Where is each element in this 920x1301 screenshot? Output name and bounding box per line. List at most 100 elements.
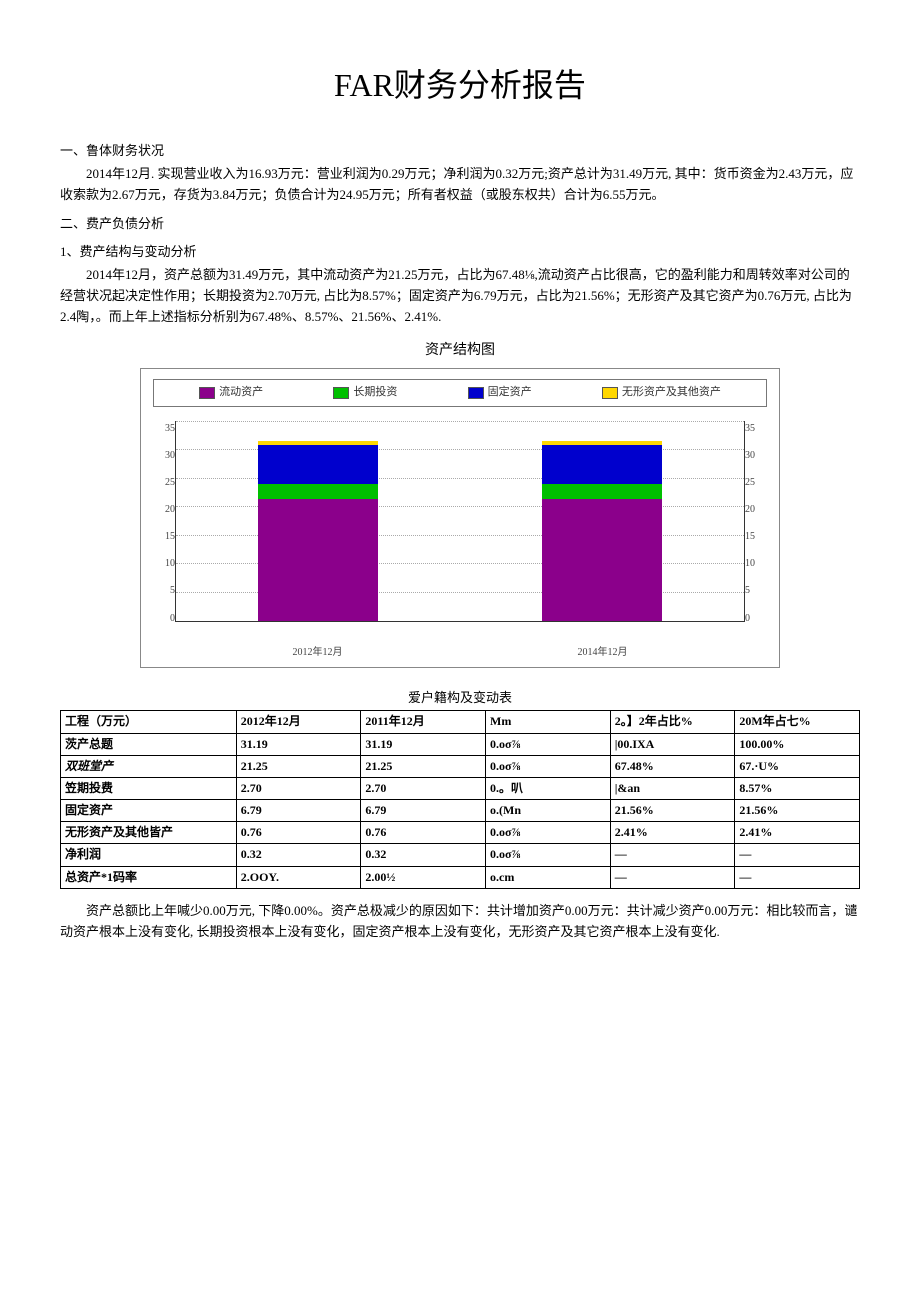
bar-segment [542, 499, 662, 620]
legend-label: 流动资产 [219, 384, 263, 402]
table-cell: 2.70 [236, 777, 361, 799]
footer-text: 资产总额比上年喊少0.00万元, 下降0.00%。资产总极减少的原因如下：共计增… [60, 901, 860, 943]
y-tick: 0 [745, 611, 767, 627]
y-tick: 0 [153, 611, 175, 627]
table-cell: 67.48% [610, 755, 735, 777]
y-tick: 35 [153, 421, 175, 437]
legend-swatch-icon [333, 387, 349, 399]
section1-heading: 一、鲁体财务状况 [60, 141, 860, 162]
bar-segment [542, 445, 662, 484]
y-tick: 35 [745, 421, 767, 437]
y-tick: 25 [745, 475, 767, 491]
table-cell: 100.00% [735, 733, 860, 755]
bar-segment [258, 499, 378, 620]
legend-item: 固定资产 [468, 384, 532, 402]
table-row: 笠期投费2.702.700.。叭|&an8.57% [61, 777, 860, 799]
y-tick: 30 [745, 448, 767, 464]
section2-sub1-heading: 1、费产结构与变动分析 [60, 242, 860, 263]
legend-label: 无形资产及其他资产 [622, 384, 721, 402]
y-axis-right: 35 30 25 20 15 10 5 0 [745, 421, 767, 641]
table-header-cell: 20M年占七% [735, 711, 860, 733]
table-row: 固定资产6.796.79o.(Mn21.56%21.56% [61, 800, 860, 822]
table-row: 双班堂产21.2521.250.oσ⅞67.48%67.·U% [61, 755, 860, 777]
table-cell: 0.76 [236, 822, 361, 844]
table-cell: — [735, 844, 860, 866]
table-cell: 固定资产 [61, 800, 237, 822]
y-axis-left: 35 30 25 20 15 10 5 0 [153, 421, 175, 641]
table-cell: 无形资产及其他皆产 [61, 822, 237, 844]
gridline [176, 421, 744, 422]
legend-swatch-icon [602, 387, 618, 399]
table-cell: 双班堂产 [61, 755, 237, 777]
table-cell: 总资产*1码率 [61, 866, 237, 888]
table-cell: — [735, 866, 860, 888]
table-cell: 21.56% [735, 800, 860, 822]
table-cell: 21.56% [610, 800, 735, 822]
table-row: 净利润0.320.320.oσ⅞—— [61, 844, 860, 866]
table-header-cell: 2。】2年占比% [610, 711, 735, 733]
table-header-cell: 2011年12月 [361, 711, 486, 733]
bar-2014 [542, 441, 662, 621]
table-cell: 茨产总题 [61, 733, 237, 755]
table-row: 茨产总题31.1931.190.oσ⅞|00.IXA100.00% [61, 733, 860, 755]
table-cell: — [610, 844, 735, 866]
table-cell: 31.19 [361, 733, 486, 755]
y-tick: 10 [745, 556, 767, 572]
x-label: 2012年12月 [258, 645, 378, 661]
table-cell: 0.oσ⅞ [486, 822, 611, 844]
plot-area [175, 421, 745, 622]
chart-container: 流动资产 长期投资 固定资产 无形资产及其他资产 35 30 25 20 15 … [140, 368, 780, 668]
y-tick: 15 [153, 529, 175, 545]
y-tick: 20 [153, 502, 175, 518]
y-tick: 15 [745, 529, 767, 545]
table-cell: 2.70 [361, 777, 486, 799]
table-header-row: 工程（万元）2012年12月2011年12月Mm2。】2年占比%20M年占七% [61, 711, 860, 733]
legend-label: 固定资产 [488, 384, 532, 402]
table-cell: 2.41% [735, 822, 860, 844]
section2-sub1-text: 2014年12月，资产总额为31.49万元，其中流动资产为21.25万元，占比为… [60, 265, 860, 327]
y-tick: 20 [745, 502, 767, 518]
assets-table: 工程（万元）2012年12月2011年12月Mm2。】2年占比%20M年占七%茨… [60, 710, 860, 889]
table-cell: 6.79 [361, 800, 486, 822]
table-cell: 0.。叭 [486, 777, 611, 799]
section1-text: 2014年12月. 实现营业收入为16.93万元：营业利润为0.29万元；净利润… [60, 164, 860, 206]
table-cell: 0.32 [361, 844, 486, 866]
table-row: 无形资产及其他皆产0.760.760.oσ⅞2.41%2.41% [61, 822, 860, 844]
table-cell: 8.57% [735, 777, 860, 799]
table-cell: 2.41% [610, 822, 735, 844]
y-tick: 5 [153, 583, 175, 599]
table-cell: 0.oσ⅞ [486, 844, 611, 866]
table-cell: 2.00½ [361, 866, 486, 888]
table-cell: 笠期投费 [61, 777, 237, 799]
y-tick: 30 [153, 448, 175, 464]
bar-segment [542, 484, 662, 499]
page-title: FAR财务分析报告 [60, 60, 860, 111]
table-cell: 31.19 [236, 733, 361, 755]
table-cell: — [610, 866, 735, 888]
section2-heading: 二、费产负债分析 [60, 214, 860, 235]
table-cell: 21.25 [236, 755, 361, 777]
legend-item: 流动资产 [199, 384, 263, 402]
table-cell: 净利润 [61, 844, 237, 866]
y-tick: 10 [153, 556, 175, 572]
table-header-cell: 工程（万元） [61, 711, 237, 733]
legend-item: 长期投资 [333, 384, 397, 402]
chart-legend: 流动资产 长期投资 固定资产 无形资产及其他资产 [153, 379, 767, 407]
table-cell: 0.32 [236, 844, 361, 866]
bar-2012 [258, 441, 378, 621]
legend-item: 无形资产及其他资产 [602, 384, 721, 402]
legend-label: 长期投资 [353, 384, 397, 402]
legend-swatch-icon [199, 387, 215, 399]
table-cell: 2.OOY. [236, 866, 361, 888]
table-cell: 0.76 [361, 822, 486, 844]
bar-segment [258, 484, 378, 499]
x-axis: 2012年12月 2014年12月 [153, 645, 767, 661]
table-cell: o.cm [486, 866, 611, 888]
chart-body: 35 30 25 20 15 10 5 0 35 30 [153, 421, 767, 641]
table-caption: 爱户籍构及变动表 [60, 688, 860, 709]
table-cell: 21.25 [361, 755, 486, 777]
table-cell: 6.79 [236, 800, 361, 822]
table-header-cell: Mm [486, 711, 611, 733]
table-row: 总资产*1码率2.OOY.2.00½o.cm—— [61, 866, 860, 888]
legend-swatch-icon [468, 387, 484, 399]
